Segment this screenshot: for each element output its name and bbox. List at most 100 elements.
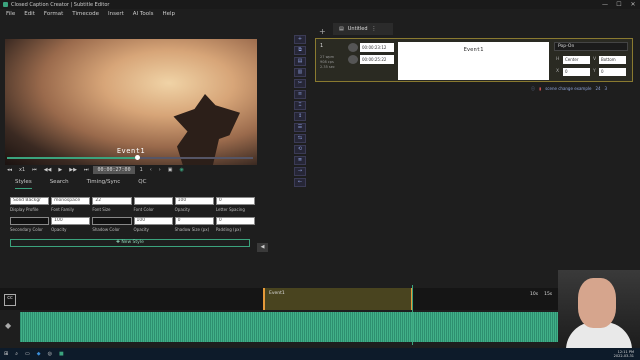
next-icon[interactable]: › [157,167,163,173]
forward-icon[interactable]: ▶▶ [67,167,79,173]
style-fields-row2: 100 100 0 0 Secondary Color Opacity Shad… [10,217,255,233]
display-profile-select[interactable]: Solid Backgr [10,197,50,205]
list-icon[interactable]: ≣ [294,156,306,165]
font-size-input[interactable]: 22 [92,197,132,205]
secondary-color-picker[interactable] [10,217,50,225]
arrow-right-icon[interactable]: → [294,167,306,176]
event-row[interactable]: 1 27 wpm 908 cps 2.35 sec 00:00:23:12 00… [315,38,633,82]
align-icon[interactable]: ☰ [294,123,306,132]
new-style-label: New Style [121,240,144,245]
insert-icon[interactable]: + [294,35,306,44]
delete-icon[interactable]: ▤ [294,57,306,66]
captions-track-icon[interactable]: cc [4,294,16,306]
add-document-icon[interactable]: + [319,27,326,36]
menu-insert[interactable]: Insert [108,11,124,17]
menu-edit[interactable]: Edit [24,11,35,17]
marker-icon[interactable]: ◆ [5,321,11,330]
shadow-opacity-input[interactable]: 100 [133,217,173,225]
arrow-left-icon[interactable]: ← [294,178,306,187]
shadow-color-picker[interactable] [92,217,132,225]
frame-input[interactable]: 1 [138,167,145,173]
shadow-size-input[interactable]: 0 [174,217,214,225]
timeline-playhead[interactable] [412,285,413,345]
menu-timecode[interactable]: Timecode [72,11,99,17]
zoom-15s[interactable]: 15s [544,292,552,297]
trash-icon[interactable]: ▮ [539,86,541,92]
play-icon[interactable]: ▶ [56,167,64,173]
seek-bar[interactable] [7,155,253,160]
menu-format[interactable]: Format [44,11,63,17]
camera-icon[interactable]: ▣ [166,167,175,173]
close-button[interactable]: ✕ [626,1,640,8]
document-tab[interactable]: ▤ Untitled ⋮ [333,23,393,35]
scene-change-link[interactable]: scene change example [545,86,591,92]
skip-back-icon[interactable]: ⏮ [30,167,39,173]
zoom-10s[interactable]: 10s [530,292,538,297]
info-icon[interactable]: ⓘ [531,86,535,92]
document-menu-icon[interactable]: ⋮ [372,26,377,32]
vscode-icon[interactable]: ◆ [37,351,41,357]
timeline-event-block[interactable]: Event1 [263,288,413,310]
tab-timing-sync[interactable]: Timing/Sync [87,179,121,189]
menu-ai-tools[interactable]: AI Tools [133,11,154,17]
app-icon [3,2,8,7]
rewind-icon[interactable]: ◀◀ [42,167,54,173]
font-color-picker[interactable] [133,197,173,205]
tab-styles[interactable]: Styles [15,179,32,189]
split-icon[interactable]: ⌶ [294,101,306,110]
vertical-align-select[interactable]: Bottom [599,56,626,64]
copy-icon[interactable]: ⧉ [294,46,306,55]
video-preview[interactable]: Event1 [5,39,257,165]
paste-icon[interactable]: ▥ [294,68,306,77]
speed-selector[interactable]: x1 [17,167,27,173]
shift-icon[interactable]: ⇆ [294,134,306,143]
secondary-opacity-input[interactable]: 100 [51,217,91,225]
caption-mode-select[interactable]: Pop-On [554,42,628,51]
start-timecode-input[interactable]: 00:00:23:12 [360,43,394,52]
y-offset-input[interactable]: 0 [599,68,626,76]
window-title: Closed Caption Creator | Subtitle Editor [11,1,110,8]
chrome-icon[interactable]: ◎ [48,351,52,357]
cut-icon[interactable]: ✂ [294,79,306,88]
set-start-icon[interactable] [348,43,358,52]
end-timecode-input[interactable]: 00:00:25:22 [360,55,394,64]
menu-help[interactable]: Help [162,11,175,17]
eye-icon[interactable]: ◉ [178,167,186,173]
new-style-button[interactable]: ✚ New Style [10,239,250,247]
x-offset-input[interactable]: 0 [563,68,590,76]
minimize-button[interactable]: — [598,1,612,8]
letter-spacing-input[interactable]: 0 [215,197,255,205]
padding-input[interactable]: 0 [215,217,255,225]
tab-search[interactable]: Search [50,179,69,189]
label: Shadow Size (px) [174,227,210,232]
app-taskbar-icon[interactable]: ■ [59,351,64,357]
font-family-select[interactable]: monospace [51,197,91,205]
search-icon[interactable]: ⌕ [15,351,18,357]
expand-icon[interactable]: ↕ [294,112,306,121]
start-icon[interactable]: ⊞ [4,351,8,357]
event-text-editor[interactable]: Event1 [398,42,549,80]
tab-qc[interactable]: QC [138,179,146,189]
collapse-panel-button[interactable]: ◀ [257,243,268,252]
transport-bar: ◂◂ x1 ⏮ ◀◀ ▶ ▶▶ ⏭ 00:00:27:00 1 ‹ › ▣ ◉ [5,165,257,175]
event-toolbar: + ⧉ ▤ ▥ ✂ ≡ ⌶ ↕ ☰ ⇆ ⟲ ≣ → ← [291,35,308,245]
merge-icon[interactable]: ≡ [294,90,306,99]
seek-handle[interactable] [134,155,140,160]
label: Font Color [133,207,154,212]
label: Display Profile [10,207,39,212]
set-end-icon[interactable] [348,55,358,64]
prev-icon[interactable]: ‹ [148,167,154,173]
speed-icon[interactable]: ◂◂ [5,167,14,173]
skip-forward-icon[interactable]: ⏭ [82,167,91,173]
y-label: Y [593,69,596,74]
timecode-display[interactable]: 00:00:27:00 [93,166,135,174]
label: Padding (px) [215,227,242,232]
maximize-button[interactable]: ☐ [612,1,626,8]
audio-waveform[interactable] [20,312,560,342]
document-tab-label: Untitled [347,26,368,32]
horizontal-align-select[interactable]: Center [563,56,590,64]
sync-icon[interactable]: ⟲ [294,145,306,154]
explorer-icon[interactable]: ▭ [25,351,30,357]
opacity-input[interactable]: 100 [174,197,214,205]
menu-file[interactable]: File [6,11,15,17]
